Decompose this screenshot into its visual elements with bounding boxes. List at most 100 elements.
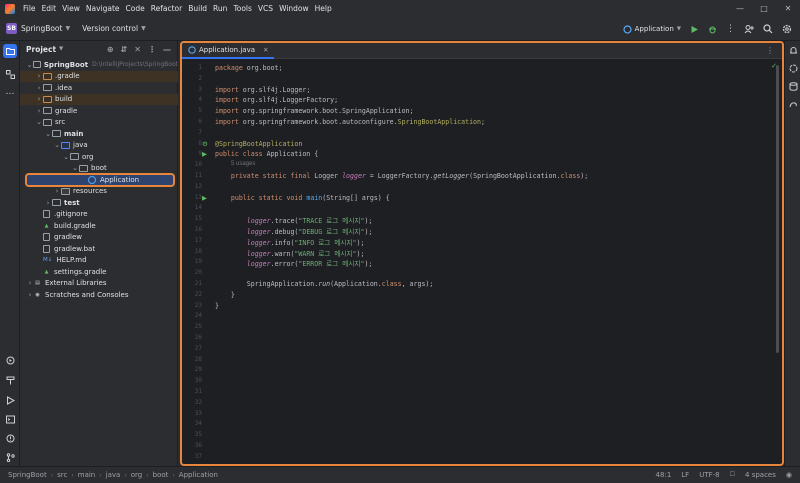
menu-tools[interactable]: Tools: [233, 4, 251, 13]
tree-item-build-gradle[interactable]: ▲ build.gradle: [20, 220, 178, 232]
breadcrumb-item[interactable]: main: [78, 471, 96, 479]
tree-item-boot[interactable]: ⌄ boot: [20, 163, 178, 175]
database-icon[interactable]: [787, 80, 799, 92]
project-selector[interactable]: SpringBoot: [21, 24, 62, 33]
code-line[interactable]: @SpringBootApplication: [215, 140, 302, 148]
more-tools-icon[interactable]: …: [4, 86, 16, 98]
tree-item-resources[interactable]: › resources: [20, 186, 178, 198]
close-tab-icon[interactable]: ✕: [263, 46, 268, 54]
tree-item-gradle[interactable]: › .gradle: [20, 70, 178, 82]
expand-toggle-icon[interactable]: ›: [44, 199, 52, 207]
services-icon[interactable]: [4, 354, 16, 366]
tree-item-scratches-and-consoles[interactable]: › ◉ Scratches and Consoles: [20, 289, 178, 301]
code-line[interactable]: }: [215, 302, 219, 310]
expand-toggle-icon[interactable]: ⌄: [26, 61, 33, 69]
code-line[interactable]: logger.trace("TRACE 로그 메시지");: [215, 215, 373, 225]
breadcrumb-item[interactable]: src: [57, 471, 67, 479]
code-line[interactable]: import org.slf4j.Logger;: [215, 86, 310, 94]
tree-item-springboot[interactable]: ⌄ SpringBoot D:\IntelliJProjects\SpringBoo…: [20, 59, 179, 71]
expand-toggle-icon[interactable]: ⌄: [35, 118, 43, 126]
git-branch-icon[interactable]: [4, 451, 16, 463]
expand-all-icon[interactable]: ⇵: [121, 45, 128, 54]
close-icon[interactable]: ✕: [776, 4, 800, 13]
expand-toggle-icon[interactable]: ›: [26, 291, 34, 299]
editor-scrollbar[interactable]: [776, 65, 779, 353]
usages-hint[interactable]: 5 usages: [231, 161, 255, 167]
tree-item-java[interactable]: ⌄ java: [20, 140, 178, 152]
tree-item-external-libraries[interactable]: › ▤ External Libraries: [20, 278, 178, 290]
vcs-status-icon[interactable]: ◉: [786, 471, 792, 479]
tree-item-gradlew-bat[interactable]: gradlew.bat: [20, 243, 178, 255]
menu-view[interactable]: View: [62, 4, 80, 13]
vcs-selector[interactable]: Version control: [82, 24, 138, 33]
more-actions-icon[interactable]: ⋮: [726, 24, 735, 34]
project-view-selector[interactable]: Project: [26, 45, 56, 54]
expand-toggle-icon[interactable]: ›: [35, 107, 43, 115]
menu-edit[interactable]: Edit: [42, 4, 57, 13]
expand-toggle-icon[interactable]: ›: [26, 279, 34, 287]
add-user-icon[interactable]: [744, 24, 754, 34]
expand-toggle-icon[interactable]: ⌄: [44, 130, 52, 138]
maximize-icon[interactable]: □: [752, 4, 776, 13]
more-options-icon[interactable]: ⋮: [148, 45, 156, 54]
menu-refactor[interactable]: Refactor: [151, 4, 182, 13]
code-line[interactable]: logger.error("ERROR 로그 메시지");: [215, 258, 373, 268]
code-line[interactable]: }: [215, 291, 235, 299]
gear-icon[interactable]: [782, 24, 792, 34]
tree-item-org[interactable]: ⌄ org: [20, 151, 178, 163]
project-folder-icon[interactable]: [3, 44, 17, 58]
code-line[interactable]: package org.boot;: [215, 64, 283, 72]
breadcrumb-item[interactable]: boot: [153, 471, 169, 479]
expand-toggle-icon[interactable]: ›: [35, 84, 43, 92]
code-line[interactable]: logger.debug("DEBUG 로그 메시지");: [215, 226, 373, 236]
spring-bean-icon[interactable]: ⚙: [202, 140, 208, 148]
run-config-selector[interactable]: Application ▼: [623, 24, 681, 34]
code-line[interactable]: public static void main(String[] args) {: [215, 194, 390, 202]
breadcrumb-item[interactable]: Application: [179, 471, 218, 479]
lock-icon[interactable]: ☐: [730, 471, 735, 478]
code-line[interactable]: import org.slf4j.LoggerFactory;: [215, 96, 338, 104]
search-icon[interactable]: [763, 24, 773, 34]
expand-toggle-icon[interactable]: ⌄: [71, 164, 79, 172]
run-icon[interactable]: [690, 25, 699, 34]
menu-code[interactable]: Code: [126, 4, 145, 13]
menu-navigate[interactable]: Navigate: [86, 4, 120, 13]
tree-item-gradlew[interactable]: gradlew: [20, 232, 178, 244]
breadcrumb-item[interactable]: org: [131, 471, 142, 479]
locate-file-icon[interactable]: ⊕: [107, 45, 114, 54]
tree-item-help-md[interactable]: M↓ HELP.md: [20, 255, 178, 267]
file-encoding[interactable]: UTF-8: [699, 471, 719, 479]
hide-panel-icon[interactable]: —: [163, 45, 171, 54]
tree-item-src[interactable]: ⌄ src: [20, 117, 178, 129]
menu-run[interactable]: Run: [213, 4, 227, 13]
tree-item-build[interactable]: › build: [20, 93, 178, 105]
breadcrumb-item[interactable]: java: [106, 471, 121, 479]
tree-item-test[interactable]: › test: [20, 197, 178, 209]
run-gutter-icon[interactable]: ▶: [202, 194, 207, 202]
caret-position[interactable]: 48:1: [656, 471, 672, 479]
expand-toggle-icon[interactable]: ›: [35, 95, 43, 103]
code-line[interactable]: SpringApplication.run(Application.class,…: [215, 280, 434, 288]
run-gutter-icon[interactable]: ▶: [202, 150, 207, 158]
expand-toggle-icon[interactable]: ⌄: [62, 153, 70, 161]
tab-application-java[interactable]: Application.java ✕: [182, 43, 275, 59]
tree-item-settings-gradle[interactable]: ▲ settings.gradle: [20, 266, 178, 278]
terminal-icon[interactable]: [4, 413, 16, 425]
expand-toggle-icon[interactable]: ›: [35, 72, 43, 80]
collapse-all-icon[interactable]: ✕: [134, 45, 141, 54]
menu-help[interactable]: Help: [315, 4, 332, 13]
build-hammer-icon[interactable]: [4, 374, 16, 386]
menu-window[interactable]: Window: [279, 4, 309, 13]
code-line[interactable]: public class Application {: [215, 150, 318, 158]
code-line[interactable]: logger.warn("WARN 로그 메시지");: [215, 248, 365, 258]
tree-item-gradle[interactable]: › gradle: [20, 105, 178, 117]
debug-icon[interactable]: [708, 25, 717, 34]
run-tool-icon[interactable]: [4, 394, 16, 406]
indent-setting[interactable]: 4 spaces: [745, 471, 776, 479]
breadcrumb-item[interactable]: SpringBoot: [8, 471, 47, 479]
tree-item-idea[interactable]: › .idea: [20, 82, 178, 94]
code-line[interactable]: import org.springframework.boot.autoconf…: [215, 118, 485, 126]
structure-icon[interactable]: [4, 68, 16, 80]
minimize-icon[interactable]: —: [728, 4, 752, 13]
menu-file[interactable]: File: [23, 4, 36, 13]
